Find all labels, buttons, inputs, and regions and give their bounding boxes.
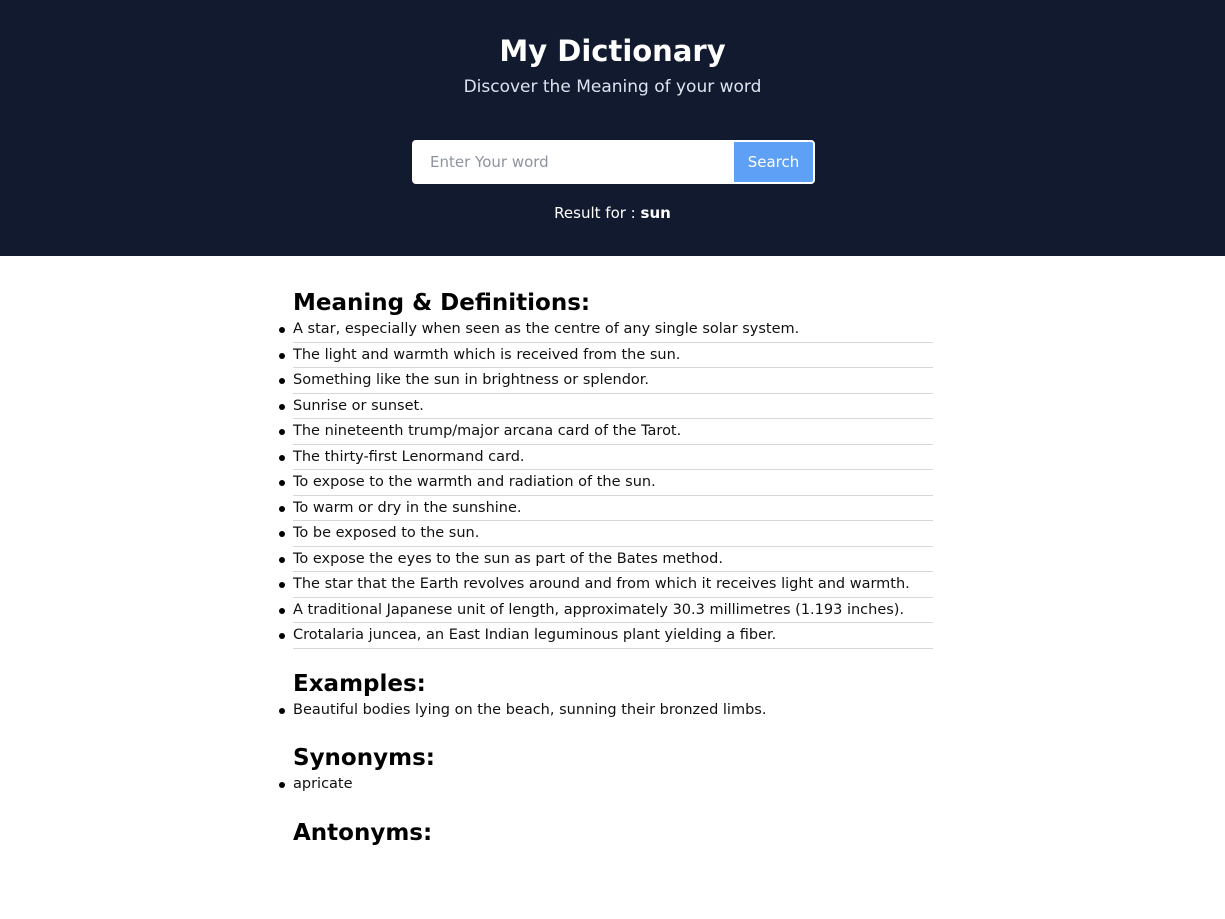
- antonyms-section: Antonyms:: [293, 819, 933, 847]
- examples-section: Examples: Beautiful bodies lying on the …: [279, 670, 933, 723]
- synonyms-heading: Synonyms:: [293, 745, 435, 771]
- search-button[interactable]: Search: [734, 142, 813, 182]
- synonyms-section: Synonyms: apricate: [279, 744, 933, 797]
- examples-list: Beautiful bodies lying on the beach, sun…: [279, 698, 933, 723]
- app-title: My Dictionary: [499, 34, 726, 68]
- synonym-item: apricate: [279, 772, 933, 797]
- header-banner: My Dictionary Discover the Meaning of yo…: [0, 0, 1225, 256]
- definition-item: The star that the Earth revolves around …: [279, 572, 933, 598]
- search-input[interactable]: [414, 142, 734, 182]
- definitions-list: A star, especially when seen as the cent…: [279, 317, 933, 649]
- definition-item: To warm or dry in the sunshine.: [279, 496, 933, 521]
- definition-item: A traditional Japanese unit of length, a…: [279, 598, 933, 623]
- result-word: sun: [640, 204, 671, 222]
- definition-item: The nineteenth trump/major arcana card o…: [279, 419, 933, 445]
- examples-heading: Examples:: [293, 670, 426, 697]
- example-item: Beautiful bodies lying on the beach, sun…: [279, 698, 933, 723]
- definition-item: To be exposed to the sun.: [279, 521, 933, 547]
- result-line: Result for : sun: [0, 202, 1225, 224]
- app-subtitle: Discover the Meaning of your word: [463, 77, 762, 97]
- definitions-section: Meaning & Definitions: A star, especiall…: [279, 289, 933, 649]
- synonyms-list: apricate: [279, 772, 933, 797]
- definition-item: The light and warmth which is received f…: [279, 343, 933, 368]
- definition-item: To expose the eyes to the sun as part of…: [279, 547, 933, 572]
- definition-item: A star, especially when seen as the cent…: [279, 317, 933, 343]
- definition-item: The thirty-first Lenormand card.: [279, 445, 933, 470]
- antonyms-heading: Antonyms:: [293, 819, 433, 846]
- definition-item: Crotalaria juncea, an East Indian legumi…: [279, 623, 933, 649]
- definition-item: Sunrise or sunset.: [279, 394, 933, 419]
- definition-item: To expose to the warmth and radiation of…: [279, 470, 933, 496]
- result-prefix: Result for :: [554, 204, 636, 222]
- search-form: Search: [412, 140, 815, 184]
- definition-item: Something like the sun in brightness or …: [279, 368, 933, 394]
- results-content: Meaning & Definitions: A star, especiall…: [0, 256, 1225, 847]
- definitions-heading: Meaning & Definitions:: [293, 290, 591, 316]
